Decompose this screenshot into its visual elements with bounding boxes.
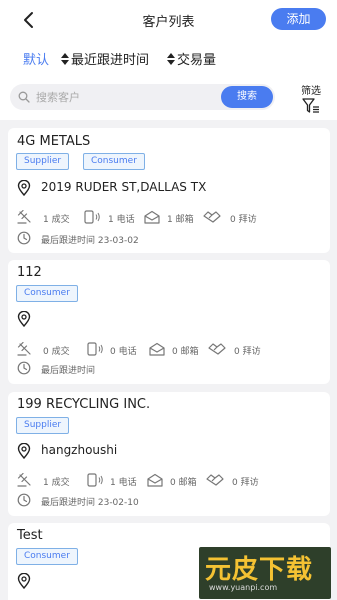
- phone-icon: [84, 210, 100, 224]
- customer-card[interactable]: 112 Consumer 0 成交 0 电话 0 邮箱 0 拜访 最后跟进时间: [8, 260, 330, 384]
- customer-name: Test: [17, 528, 43, 543]
- customer-card[interactable]: 4G METALS Supplier Consumer 2019 RUDER S…: [8, 128, 330, 253]
- last-followup-time: 最后跟进时间: [41, 366, 96, 376]
- sort-bar: 默认 最近跟进时间 交易量: [0, 40, 337, 76]
- deal-count: 0 成交: [43, 347, 70, 357]
- watermark-brand: 元皮下载: [205, 555, 314, 585]
- customer-card[interactable]: 199 RECYCLING INC. Supplier hangzhoushi …: [8, 392, 330, 516]
- customer-name: 4G METALS: [17, 134, 91, 149]
- visit-count: 0 拜访: [230, 215, 257, 225]
- search-row: 搜索 筛选: [0, 76, 337, 120]
- location-pin-icon: [17, 443, 31, 459]
- call-count: 1 电话: [108, 215, 135, 225]
- last-followup-time: 最后跟进时间 23-03-02: [41, 236, 139, 246]
- sort-recent-followup[interactable]: 最近跟进时间: [61, 49, 149, 68]
- sort-default[interactable]: 默认: [23, 49, 49, 68]
- tag-consumer: Consumer: [83, 153, 145, 170]
- add-customer-button[interactable]: 添加: [271, 8, 326, 30]
- visit-count: 0 拜访: [232, 478, 259, 488]
- location-pin-icon: [17, 311, 31, 327]
- mail-icon: [144, 210, 160, 224]
- mail-icon: [147, 473, 163, 487]
- sort-volume-label: 交易量: [177, 53, 217, 68]
- email-count: 1 邮箱: [167, 215, 194, 225]
- location-pin-icon: [17, 180, 31, 196]
- top-nav-bar: 客户列表 添加: [0, 0, 337, 40]
- tag-supplier: Supplier: [16, 153, 70, 170]
- phone-icon: [87, 342, 103, 356]
- deal-gavel-icon: [17, 210, 31, 224]
- tag-consumer: Consumer: [16, 285, 78, 302]
- filter-button[interactable]: 筛选: [295, 82, 327, 114]
- deal-count: 1 成交: [43, 215, 70, 225]
- sort-transaction-volume[interactable]: 交易量: [167, 49, 216, 68]
- customer-address: 2019 RUDER ST,DALLAS TX: [41, 180, 207, 194]
- deal-gavel-icon: [17, 342, 31, 356]
- call-count: 0 电话: [110, 347, 137, 357]
- sort-recent-label: 最近跟进时间: [71, 53, 150, 68]
- search-icon: [18, 91, 30, 103]
- handshake-icon: [203, 211, 221, 223]
- customer-address: hangzhoushi: [41, 443, 118, 457]
- visit-count: 0 拜访: [234, 347, 261, 357]
- clock-icon: [17, 361, 31, 375]
- tag-consumer: Consumer: [16, 548, 78, 565]
- last-followup-time: 最后跟进时间 23-02-10: [41, 498, 139, 508]
- search-button[interactable]: 搜索: [221, 86, 273, 108]
- location-pin-icon: [17, 573, 31, 589]
- search-box: 搜索: [10, 84, 275, 110]
- handshake-icon: [208, 343, 226, 355]
- phone-icon: [87, 473, 103, 487]
- call-count: 1 电话: [110, 478, 137, 488]
- mail-icon: [149, 342, 165, 356]
- sort-arrows-icon: [61, 53, 69, 65]
- email-count: 0 邮箱: [170, 478, 197, 488]
- clock-icon: [17, 231, 31, 245]
- search-input[interactable]: [36, 88, 216, 106]
- deal-gavel-icon: [17, 473, 31, 487]
- customer-name: 199 RECYCLING INC.: [17, 397, 151, 412]
- customer-name: 112: [17, 265, 42, 280]
- email-count: 0 邮箱: [172, 347, 199, 357]
- filter-label: 筛选: [301, 86, 321, 97]
- filter-funnel-icon: [302, 98, 319, 113]
- watermark-url: www.yuanpi.com: [209, 583, 278, 592]
- deal-count: 1 成交: [43, 478, 70, 488]
- clock-icon: [17, 493, 31, 507]
- site-watermark: 元皮下载 www.yuanpi.com: [199, 547, 331, 599]
- handshake-icon: [206, 474, 224, 486]
- sort-arrows-icon: [167, 53, 175, 65]
- tag-supplier: Supplier: [16, 417, 70, 434]
